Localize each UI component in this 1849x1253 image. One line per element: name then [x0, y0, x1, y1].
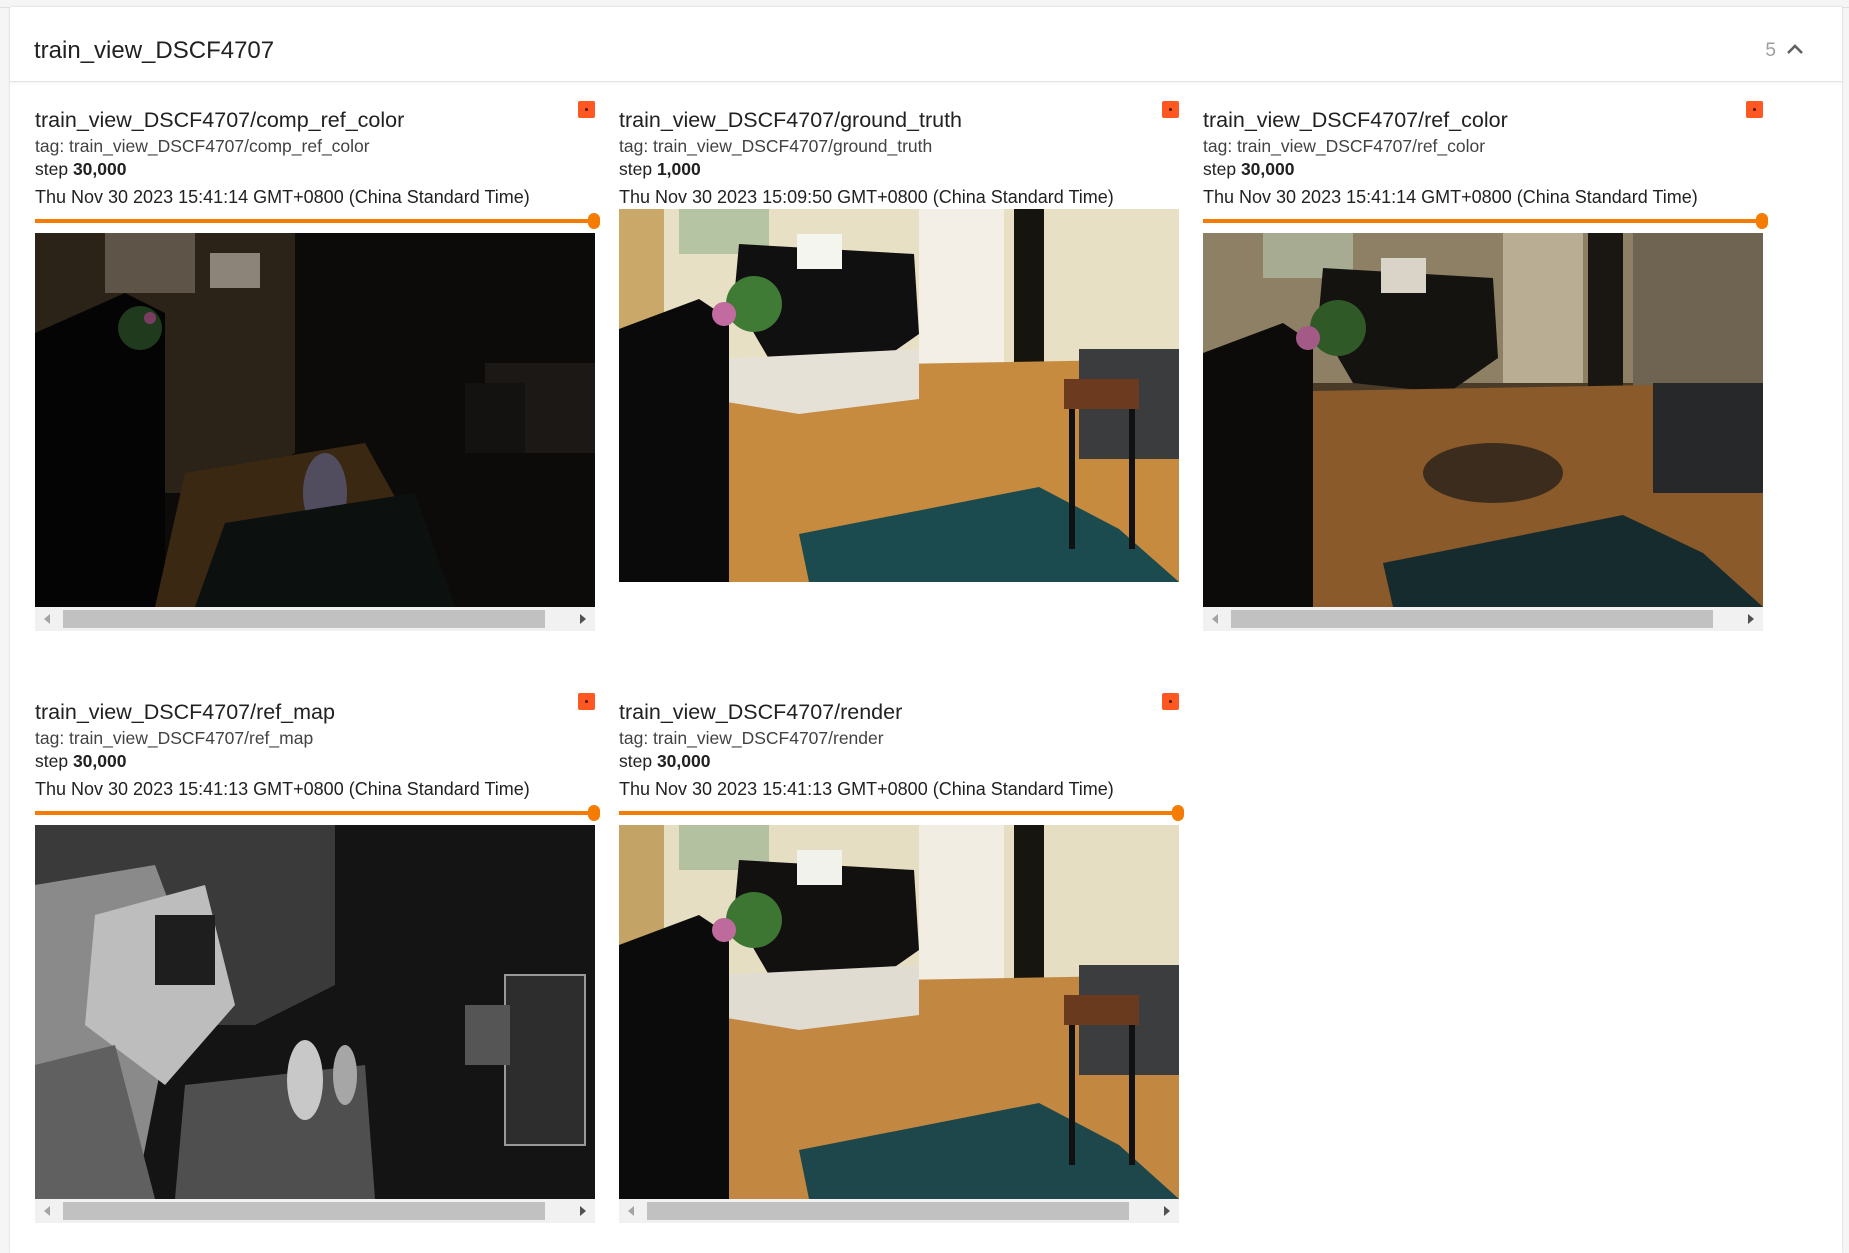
- comp-ref-color-image: [35, 233, 595, 607]
- group-title: train_view_DSCF4707: [34, 37, 275, 64]
- card-tag: tag: train_view_DSCF4707/ground_truth: [619, 136, 933, 156]
- card-step: step 30,000: [619, 751, 710, 772]
- horizontal-scrollbar[interactable]: [619, 1199, 1179, 1223]
- horizontal-scrollbar[interactable]: [35, 607, 595, 631]
- step-slider[interactable]: [1203, 213, 1768, 229]
- pin-icon[interactable]: [578, 693, 595, 710]
- ref-map-image: [35, 825, 595, 1199]
- step-label: step: [35, 159, 69, 179]
- scrollbar-thumb[interactable]: [647, 1202, 1129, 1220]
- card-tag: tag: train_view_DSCF4707/ref_color: [1203, 136, 1486, 156]
- card-timestamp: Thu Nov 30 2023 15:41:14 GMT+0800 (China…: [35, 187, 530, 207]
- card-title: train_view_DSCF4707/comp_ref_color: [35, 108, 405, 132]
- step-slider-handle[interactable]: [1756, 213, 1768, 229]
- pin-icon[interactable]: [1162, 101, 1179, 118]
- card-tag: tag: train_view_DSCF4707/render: [619, 728, 884, 748]
- image-card-ref-map: train_view_DSCF4707/ref_map tag: train_v…: [35, 693, 600, 1230]
- ref-color-image: [1203, 233, 1763, 607]
- render-image: [619, 825, 1179, 1199]
- pin-icon[interactable]: [578, 101, 595, 118]
- card-timestamp: Thu Nov 30 2023 15:41:13 GMT+0800 (China…: [619, 779, 1114, 799]
- scroll-left-arrow-icon[interactable]: [44, 614, 50, 624]
- card-step: step 30,000: [1203, 159, 1294, 180]
- image-card-ref-color: train_view_DSCF4707/ref_color tag: train…: [1203, 101, 1768, 638]
- step-slider-handle[interactable]: [1172, 805, 1184, 821]
- step-value: 30,000: [72, 159, 127, 179]
- step-label: step: [1203, 159, 1237, 179]
- pin-icon[interactable]: [1746, 101, 1763, 118]
- scroll-left-arrow-icon[interactable]: [1212, 614, 1218, 624]
- card-timestamp: Thu Nov 30 2023 15:09:50 GMT+0800 (China…: [619, 187, 1114, 207]
- group-count: 5: [1765, 40, 1776, 61]
- scroll-right-arrow-icon[interactable]: [1164, 1206, 1170, 1216]
- ground-truth-image: [619, 209, 1179, 582]
- step-slider-handle[interactable]: [588, 805, 600, 821]
- chevron-up-icon[interactable]: [1784, 38, 1806, 60]
- card-title: train_view_DSCF4707/ref_map: [35, 700, 335, 724]
- scrollbar-thumb[interactable]: [63, 610, 545, 628]
- scrollbar-thumb[interactable]: [63, 1202, 545, 1220]
- step-value: 30,000: [72, 751, 127, 771]
- step-slider[interactable]: [619, 805, 1184, 821]
- group-header[interactable]: train_view_DSCF4707 5: [10, 7, 1842, 82]
- step-label: step: [619, 751, 653, 771]
- card-tag: tag: train_view_DSCF4707/ref_map: [35, 728, 314, 748]
- scroll-left-arrow-icon[interactable]: [628, 1206, 634, 1216]
- card-title: train_view_DSCF4707/ground_truth: [619, 108, 963, 132]
- step-slider-handle[interactable]: [588, 213, 600, 229]
- horizontal-scrollbar[interactable]: [1203, 607, 1763, 631]
- pin-icon[interactable]: [1162, 693, 1179, 710]
- card-step: step 1,000: [619, 159, 701, 180]
- scroll-right-arrow-icon[interactable]: [580, 614, 586, 624]
- card-timestamp: Thu Nov 30 2023 15:41:13 GMT+0800 (China…: [35, 779, 530, 799]
- card-title: train_view_DSCF4707/ref_color: [1203, 108, 1508, 132]
- card-step: step 30,000: [35, 751, 126, 772]
- image-card-ground-truth: train_view_DSCF4707/ground_truth tag: tr…: [619, 101, 1179, 588]
- scroll-right-arrow-icon[interactable]: [1748, 614, 1754, 624]
- card-tag: tag: train_view_DSCF4707/comp_ref_color: [35, 136, 370, 156]
- scroll-left-arrow-icon[interactable]: [44, 1206, 50, 1216]
- step-value: 30,000: [656, 751, 711, 771]
- step-label: step: [35, 751, 69, 771]
- scroll-right-arrow-icon[interactable]: [580, 1206, 586, 1216]
- step-value: 30,000: [1240, 159, 1295, 179]
- image-card-render: train_view_DSCF4707/render tag: train_vi…: [619, 693, 1184, 1230]
- step-slider[interactable]: [35, 213, 600, 229]
- horizontal-scrollbar[interactable]: [35, 1199, 595, 1223]
- step-label: step: [619, 159, 653, 179]
- card-timestamp: Thu Nov 30 2023 15:41:14 GMT+0800 (China…: [1203, 187, 1698, 207]
- card-title: train_view_DSCF4707/render: [619, 700, 903, 724]
- step-slider[interactable]: [35, 805, 600, 821]
- card-step: step 30,000: [35, 159, 126, 180]
- image-card-comp-ref-color: train_view_DSCF4707/comp_ref_color tag: …: [35, 101, 600, 638]
- step-value: 1,000: [656, 159, 701, 179]
- scrollbar-thumb[interactable]: [1231, 610, 1713, 628]
